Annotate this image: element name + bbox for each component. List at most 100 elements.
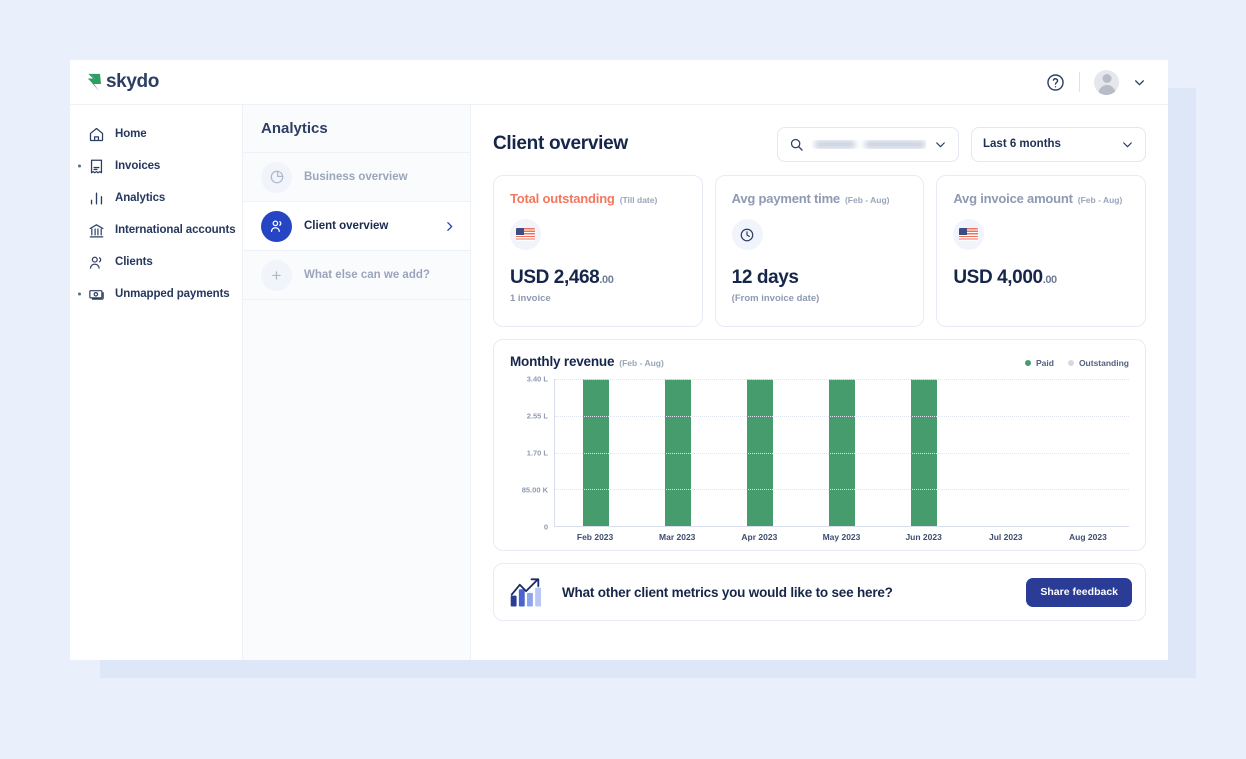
analytics-subnav: Analytics Business overview Client overv… (243, 105, 471, 660)
us-flag-icon (953, 219, 985, 250)
legend-dot (1067, 360, 1074, 366)
date-range-value: Last 6 months (983, 138, 1061, 150)
chart-x-label: Apr 2023 (741, 532, 778, 542)
sidebar-item-clients[interactable]: Clients (70, 246, 242, 278)
home-icon (89, 127, 104, 141)
feedback-banner: What other client metrics you would like… (493, 563, 1146, 621)
subnav-item-business-overview[interactable]: Business overview (243, 153, 470, 202)
sidebar-item-invoices[interactable]: Invoices (70, 150, 242, 182)
us-flag-icon (510, 219, 541, 250)
stat-cents: .00 (599, 274, 614, 286)
chart-x-label: Mar 2023 (659, 532, 696, 542)
chart-plot-area: 3.40 L 2.55 L 1.70 L 85.00 K 0 (510, 375, 1129, 532)
stat-subtext: (From invoice date) (731, 293, 820, 304)
chart-y-tick: 3.40 L (526, 374, 548, 384)
clock-icon-wrap (731, 219, 763, 250)
sidebar-expand-marker (78, 164, 81, 168)
top-bar: skydo (70, 60, 1168, 105)
client-search-value (812, 140, 926, 149)
plus-glyph: + (271, 265, 282, 285)
stat-subtext: 1 invoice (510, 293, 551, 304)
chart-x-label: May 2023 (822, 532, 861, 542)
people-icon (261, 210, 292, 242)
legend-item-paid[interactable]: Paid (1024, 358, 1054, 368)
subnav-item-label: What else can we add? (304, 269, 430, 281)
us-flag-glyph (516, 228, 535, 241)
page-title: Client overview (493, 133, 628, 154)
share-feedback-button[interactable]: Share feedback (1026, 577, 1132, 607)
monthly-revenue-chart-card: Monthly revenue (Feb - Aug) Paid Outstan… (493, 339, 1146, 551)
stat-header: Total outstanding (Till date) (510, 191, 686, 206)
search-icon (790, 138, 803, 151)
chart-legend: Paid Outstanding (1024, 358, 1129, 368)
main-content: Client overview Last 6 months Total outs… (471, 105, 1168, 660)
chart-y-tick: 0 (543, 522, 548, 532)
main-header: Client overview Last 6 months (493, 119, 1146, 169)
sidebar-item-home[interactable]: Home (70, 118, 242, 150)
sidebar-item-unmapped-payments[interactable]: Unmapped payments (70, 278, 242, 310)
chart-y-axis: 3.40 L 2.55 L 1.70 L 85.00 K 0 (510, 375, 554, 532)
stat-amount: 12 days (731, 267, 799, 288)
chart-x-label: Feb 2023 (576, 532, 614, 542)
us-flag-glyph (959, 228, 979, 241)
help-circle-icon[interactable] (1046, 73, 1065, 92)
chevron-right-icon[interactable] (443, 220, 456, 233)
chart-header: Monthly revenue (Feb - Aug) Paid Outstan… (510, 354, 1129, 369)
stat-value: 12 days (732, 267, 908, 289)
sidebar-item-international-accounts[interactable]: International accounts (70, 214, 242, 246)
chart-x-label: Jun 2023 (905, 532, 942, 542)
date-range-select[interactable]: Last 6 months (971, 126, 1146, 162)
people-icon (89, 256, 102, 269)
chart-x-axis: Feb 2023 Mar 2023 Apr 2023 May 2023 Jun 2023… (510, 532, 1129, 542)
legend-item-outstanding[interactable]: Outstanding (1067, 358, 1129, 368)
sidebar-expand-marker (78, 292, 81, 296)
subnav-item-label: Client overview (304, 220, 389, 232)
subnav-item-client-overview[interactable]: Client overview (243, 202, 470, 251)
sidebar-item-label: International accounts (115, 224, 236, 236)
chart-gridline (555, 489, 1129, 491)
header-controls: Last 6 months (777, 126, 1146, 162)
app-window: skydo Home Invoices Analytics Internatio… (70, 60, 1168, 660)
topbar-actions (1046, 69, 1146, 95)
chart-gridline (555, 452, 1129, 454)
skydo-logo-mark (88, 73, 101, 91)
stat-period: (Till date) (619, 195, 658, 205)
skydo-logo-text: skydo (106, 71, 159, 92)
chevron-down-icon[interactable] (934, 138, 947, 151)
sidebar-item-label: Clients (115, 256, 153, 268)
stat-header: Avg invoice amount (Feb - Aug) (953, 191, 1129, 206)
bar-chart-icon (90, 192, 103, 204)
growth-chart-icon (510, 578, 542, 607)
sidebar-item-analytics[interactable]: Analytics (70, 182, 242, 214)
banknote-icon (89, 289, 104, 300)
sidebar: Home Invoices Analytics International ac… (70, 105, 243, 660)
chart-x-label: Jul 2023 (988, 532, 1023, 542)
stat-value: USD 4,000.00 (953, 267, 1129, 289)
stat-cards-row: Total outstanding (Till date) USD 2,468.… (493, 175, 1147, 327)
stat-amount: USD 4,000 (953, 267, 1043, 288)
client-search-input[interactable] (777, 126, 959, 162)
stat-cents: .00 (1042, 274, 1057, 286)
subnav-title: Analytics (243, 105, 470, 153)
stat-card-total-outstanding: Total outstanding (Till date) USD 2,468.… (493, 175, 703, 327)
stat-amount: USD 2,468 (510, 267, 600, 288)
subnav-item-label: Business overview (304, 171, 408, 183)
chart-y-tick: 85.00 K (521, 485, 548, 495)
avatar[interactable] (1094, 69, 1119, 95)
chevron-down-icon[interactable] (1121, 138, 1134, 151)
pie-chart-icon (261, 161, 292, 193)
chart-gridline (555, 415, 1129, 417)
chart-y-tick: 2.55 L (526, 411, 548, 421)
sidebar-item-label: Home (115, 128, 147, 140)
invoice-icon (90, 159, 103, 173)
stat-header: Avg payment time (Feb - Aug) (732, 191, 908, 206)
stat-card-avg-invoice-amount: Avg invoice amount (Feb - Aug) USD 4,000… (936, 175, 1147, 327)
clock-icon (740, 228, 754, 241)
chart-y-tick: 1.70 L (526, 448, 548, 458)
subnav-item-what-else[interactable]: + What else can we add? (243, 251, 470, 300)
skydo-logo[interactable]: skydo (86, 71, 159, 93)
stat-period: (Feb - Aug) (1077, 195, 1123, 205)
chevron-down-icon[interactable] (1133, 76, 1146, 89)
sidebar-item-label: Analytics (115, 192, 166, 204)
chart-gridline (555, 379, 1129, 380)
